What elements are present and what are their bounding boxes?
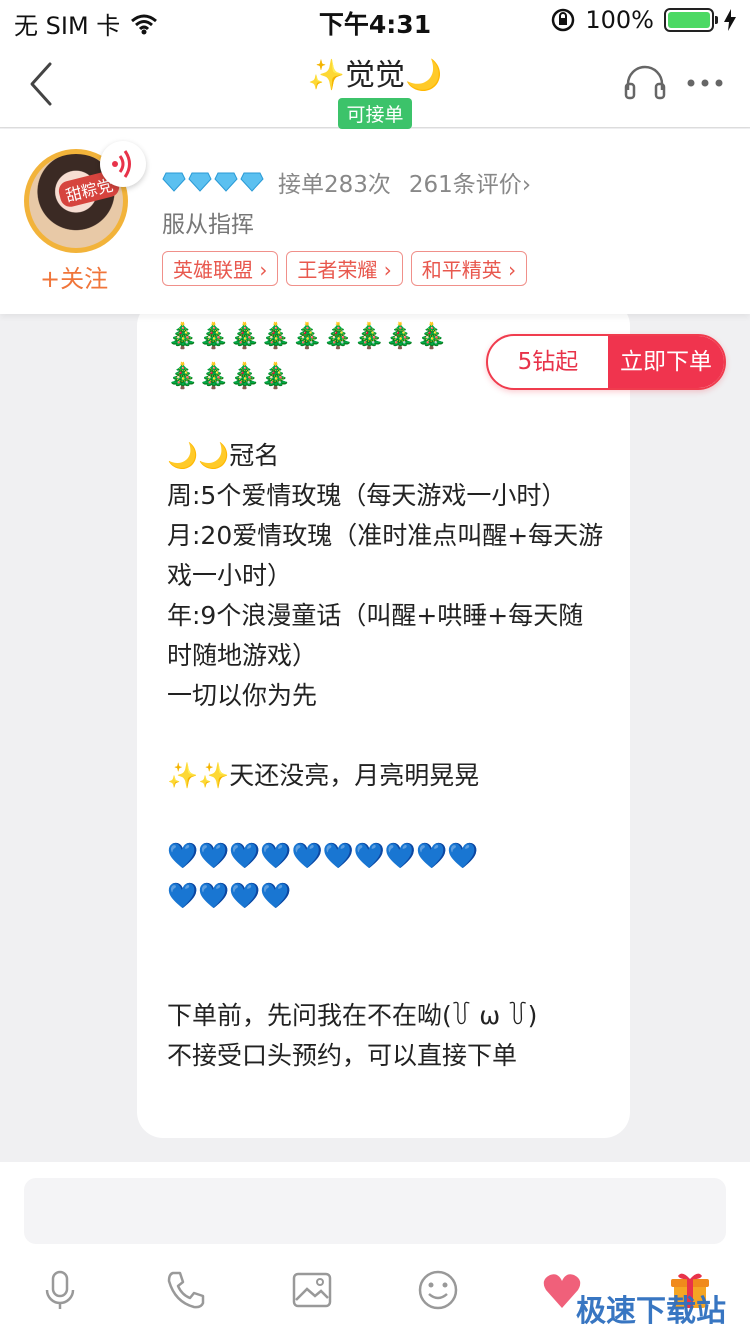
tag-game-1[interactable]: 英雄联盟 › — [162, 251, 279, 286]
battery-icon — [664, 8, 718, 32]
headphone-icon[interactable] — [624, 64, 666, 100]
review-count: 261条评价 — [408, 172, 522, 198]
watermark-text: 极速下载站 — [576, 1294, 726, 1329]
diamond-icon — [188, 172, 212, 192]
rotation-lock-icon — [552, 8, 575, 32]
profile-header: 甜粽党 +关注 接单283次 261条评价› 服从指挥 英雄联盟 › 王者荣耀 … — [0, 129, 750, 314]
battery-percent: 100% — [585, 6, 654, 34]
tag-game-2[interactable]: 王者荣耀 › — [286, 251, 403, 286]
voice-intro-icon[interactable] — [100, 141, 146, 187]
chevron-right-icon: › — [521, 172, 532, 198]
status-badge: 可接单 — [338, 98, 412, 129]
status-right: 100% — [551, 6, 736, 34]
game-tags: 英雄联盟 › 王者荣耀 › 和平精英 › — [162, 251, 528, 286]
follow-button[interactable]: +关注 — [40, 259, 108, 294]
price-label: 5钻起 — [517, 349, 579, 375]
phone-icon[interactable] — [164, 1268, 208, 1312]
emoji-icon[interactable] — [416, 1268, 460, 1312]
message-text: 🎄🎄🎄🎄🎄🎄🎄🎄🎄 🎄🎄🎄🎄 🌙🌙冠名 周:5个爱情玫瑰（每天游戏一小时） 月:… — [167, 321, 604, 1070]
order-pill: 5钻起 立即下单 — [486, 334, 726, 390]
order-now-button[interactable]: 立即下单 — [608, 336, 724, 388]
charging-icon — [724, 9, 736, 31]
more-icon[interactable] — [686, 68, 724, 98]
status-bar: 无 SIM 卡 下午4:31 100% — [0, 0, 750, 40]
review-link[interactable]: 261条评价› — [409, 165, 531, 199]
profile-subtitle: 服从指挥 — [162, 212, 254, 238]
microphone-icon[interactable] — [38, 1268, 82, 1312]
diamond-icon — [162, 172, 186, 192]
rank-diamonds — [162, 172, 264, 192]
nav-bar: ✨觉觉🌙 可接单 — [0, 40, 750, 129]
diamond-icon — [240, 172, 264, 192]
message-card: 🎄🎄🎄🎄🎄🎄🎄🎄🎄 🎄🎄🎄🎄 🌙🌙冠名 周:5个爱情玫瑰（每天游戏一小时） 月:… — [137, 300, 630, 1138]
image-icon[interactable] — [290, 1268, 334, 1312]
tag-game-3[interactable]: 和平精英 › — [410, 251, 528, 286]
order-count: 接单283次 — [278, 172, 391, 198]
message-input[interactable] — [24, 1178, 726, 1244]
diamond-icon — [214, 172, 238, 192]
profile-stats: 接单283次 261条评价› — [162, 165, 531, 199]
